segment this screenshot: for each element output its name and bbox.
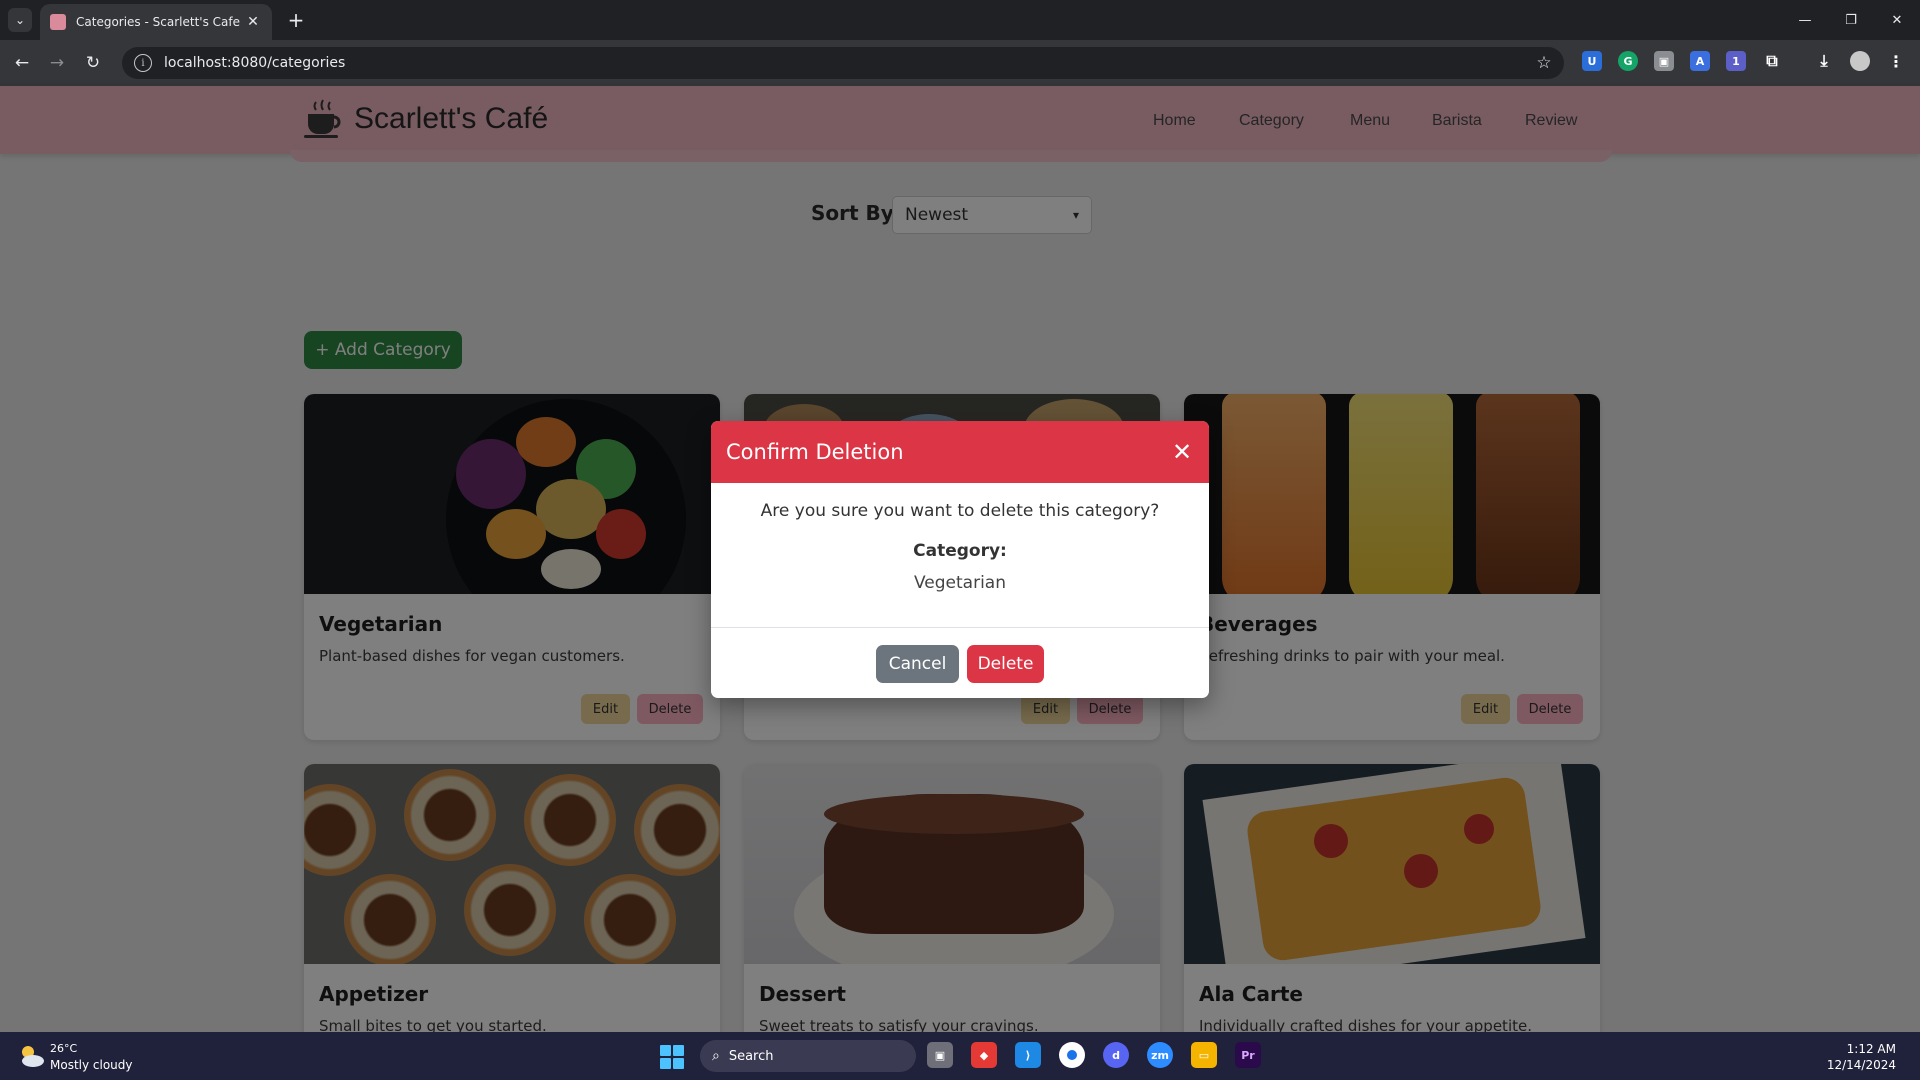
taskbar-search[interactable]: ⌕ Search bbox=[700, 1040, 916, 1072]
reload-icon[interactable]: ↻ bbox=[81, 51, 105, 75]
modal-title: Confirm Deletion bbox=[726, 440, 904, 464]
modal-divider bbox=[711, 627, 1209, 628]
windows-start-icon[interactable] bbox=[660, 1045, 684, 1069]
browser-tab-active[interactable]: Categories - Scarlett's Cafe ✕ bbox=[40, 4, 272, 40]
modal-header: Confirm Deletion ✕ bbox=[711, 421, 1209, 483]
category-label: Category: bbox=[913, 541, 1007, 561]
app-red-icon[interactable]: ◆ bbox=[971, 1042, 997, 1068]
clock-time[interactable]: 1:12 AM bbox=[1847, 1042, 1896, 1056]
site-info-icon[interactable]: i bbox=[134, 54, 152, 72]
task-view-icon[interactable]: ▣ bbox=[927, 1042, 953, 1068]
cancel-button[interactable]: Cancel bbox=[876, 645, 959, 683]
cloudy-weather-icon[interactable] bbox=[16, 1041, 46, 1071]
window-close-icon[interactable]: ✕ bbox=[1876, 0, 1918, 40]
cafe-favicon-icon bbox=[50, 14, 66, 30]
back-icon[interactable]: ← bbox=[10, 51, 34, 75]
address-bar[interactable]: i localhost:8080/categories ☆ bbox=[122, 47, 1564, 79]
windows-taskbar bbox=[0, 1032, 1920, 1080]
extensions-puzzle-icon[interactable]: ⧉ bbox=[1762, 51, 1782, 71]
confirm-delete-button[interactable]: Delete bbox=[967, 645, 1044, 683]
clock-date[interactable]: 12/14/2024 bbox=[1827, 1058, 1896, 1072]
extension-image-icon[interactable]: ▣ bbox=[1654, 51, 1674, 71]
search-label: Search bbox=[728, 1048, 774, 1064]
translate-extension-icon[interactable]: A bbox=[1690, 51, 1710, 71]
restore-icon[interactable]: ❐ bbox=[1830, 0, 1872, 40]
profile-avatar-icon[interactable] bbox=[1850, 51, 1870, 71]
weather-description[interactable]: Mostly cloudy bbox=[50, 1058, 133, 1072]
url-text[interactable]: localhost:8080/categories bbox=[164, 55, 1524, 71]
tab-close-icon[interactable]: ✕ bbox=[244, 14, 262, 30]
vscode-icon[interactable]: ⟩ bbox=[1015, 1042, 1041, 1068]
tab-search-icon[interactable]: ⌄ bbox=[8, 8, 32, 32]
minimize-icon[interactable]: — bbox=[1784, 0, 1826, 40]
forward-icon[interactable]: → bbox=[45, 51, 69, 75]
discord-icon[interactable]: d bbox=[1103, 1042, 1129, 1068]
chrome-icon[interactable] bbox=[1059, 1042, 1085, 1068]
tab-title: Categories - Scarlett's Cafe bbox=[76, 15, 240, 29]
modal-message: Are you sure you want to delete this cat… bbox=[760, 501, 1160, 521]
category-value: Vegetarian bbox=[913, 573, 1006, 593]
weather-temperature[interactable]: 26°C bbox=[50, 1042, 77, 1055]
new-tab-icon[interactable]: + bbox=[284, 8, 308, 32]
grammarly-icon[interactable]: G bbox=[1618, 51, 1638, 71]
search-icon: ⌕ bbox=[712, 1048, 720, 1064]
download-icon[interactable]: ⤓ bbox=[1814, 51, 1834, 71]
extension-badge-icon[interactable]: 1 bbox=[1726, 51, 1746, 71]
close-icon[interactable]: ✕ bbox=[1170, 438, 1194, 466]
file-explorer-icon[interactable]: ▭ bbox=[1191, 1042, 1217, 1068]
premiere-pro-icon[interactable]: Pr bbox=[1235, 1042, 1261, 1068]
bookmark-star-icon[interactable]: ☆ bbox=[1524, 53, 1564, 73]
confirm-deletion-modal: Confirm Deletion ✕ Are you sure you want… bbox=[711, 421, 1209, 698]
extension-shield-icon[interactable]: U bbox=[1582, 51, 1602, 71]
zoom-icon[interactable]: zm bbox=[1147, 1042, 1173, 1068]
browser-tabstrip: ⌄ Categories - Scarlett's Cafe ✕ + — ❐ ✕ bbox=[0, 0, 1920, 40]
browser-menu-icon[interactable]: ⋮ bbox=[1886, 51, 1906, 71]
